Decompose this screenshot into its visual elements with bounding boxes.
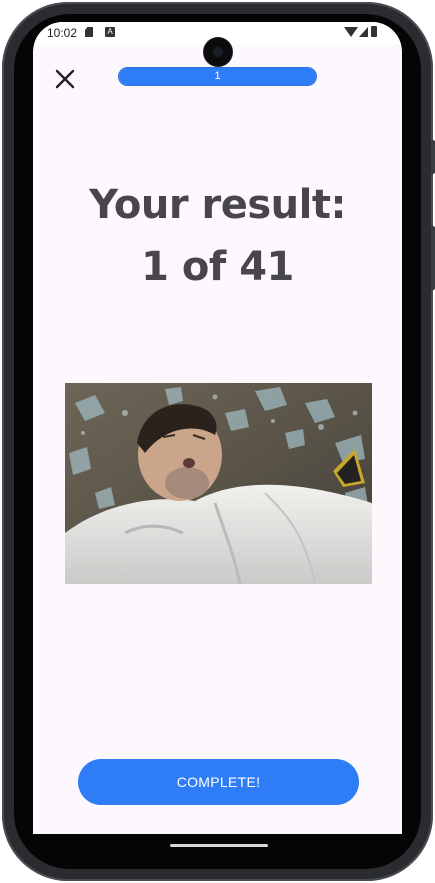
app-screen: 10:02 A 1 Your result: 1 of 41 COMPLETE! [33,22,402,834]
home-indicator[interactable] [170,844,268,847]
close-icon [55,69,75,89]
wifi-icon [344,27,358,37]
result-score: 1 of 41 [141,244,294,290]
quiz-progress-bar: 1 [118,67,317,86]
complete-button[interactable]: COMPLETE! [78,759,359,805]
result-image [65,383,372,584]
sd-card-icon [85,27,93,37]
close-button[interactable] [50,64,80,94]
keyboard-a-icon: A [105,27,115,37]
volume-button [431,140,435,174]
progress-label: 1 [214,70,221,82]
battery-icon [371,26,377,37]
status-time: 10:02 [47,26,78,40]
signal-icon [359,27,368,37]
result-photo [65,383,372,584]
front-camera [204,38,232,66]
power-button [431,226,435,290]
result-title: Your result: [89,182,346,228]
